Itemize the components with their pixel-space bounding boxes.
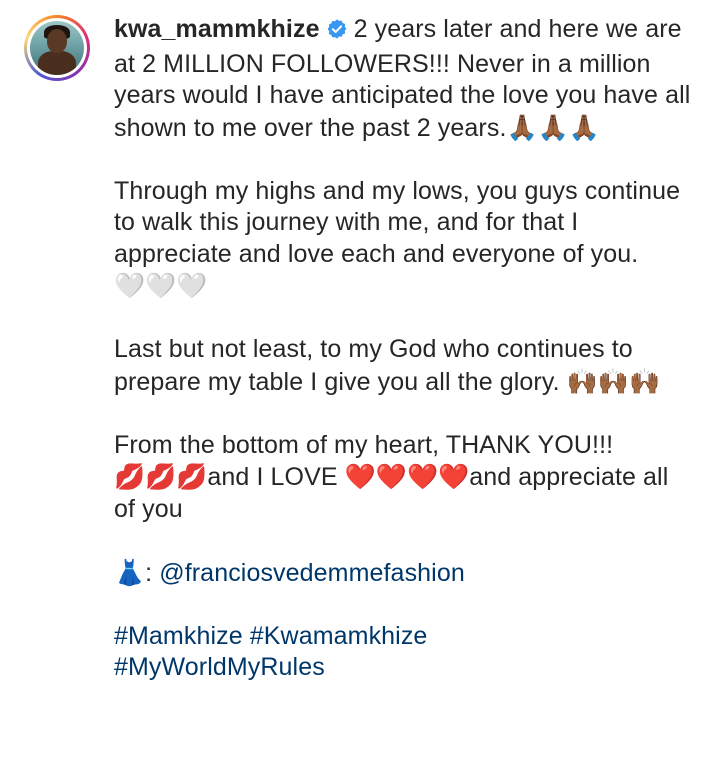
hashtag-line-2: #MyWorldMyRules — [114, 652, 694, 684]
caption-paragraph-4: From the bottom of my heart, THANK YOU!!… — [114, 430, 694, 526]
avatar-ring — [27, 18, 87, 78]
caption-paragraph-3-text: Last but not least, to my God who contin… — [114, 335, 633, 396]
profile-avatar[interactable] — [24, 15, 90, 81]
dress-credit-separator: : — [145, 558, 153, 587]
caption-dress-credit: 👗: @franciosvedemmefashion — [114, 557, 694, 590]
caption-paragraph-2-text: Through my highs and my lows, you guys c… — [114, 176, 681, 268]
hashtag-line-1: #Mamkhize #Kwamamkhize — [114, 621, 694, 653]
dress-emoji: 👗 — [114, 557, 146, 587]
avatar-figure-body — [38, 51, 76, 75]
caption-paragraph-4-text-b: and I LOVE — [207, 463, 338, 491]
avatar-photo — [30, 21, 84, 75]
caption-hashtags: #Mamkhize #Kwamamkhize #MyWorldMyRules — [114, 621, 694, 684]
kiss-mark-emoji: 💋💋💋 — [114, 462, 208, 491]
avatar-figure-head — [47, 29, 67, 53]
praying-hands-emoji: 🙏🏾🙏🏾🙏🏾 — [506, 112, 600, 142]
instagram-post-caption: kwa_mammkhize 2 years later and here we a… — [0, 0, 720, 758]
caption-paragraph-3: Last but not least, to my God who contin… — [114, 334, 694, 398]
caption-paragraph-1: kwa_mammkhize 2 years later and here we a… — [114, 14, 694, 144]
username-link[interactable]: kwa_mammkhize — [114, 15, 320, 43]
raised-hands-emoji: 🙌🏾🙌🏾🙌🏾 — [566, 366, 661, 396]
caption-paragraph-2: Through my highs and my lows, you guys c… — [114, 176, 694, 303]
white-heart-emoji: 🤍🤍🤍 — [114, 271, 208, 300]
mention-link[interactable]: @franciosvedemmefashion — [159, 559, 465, 587]
hashtag-link[interactable]: #Kwamamkhize — [250, 622, 428, 650]
verified-badge-icon — [326, 17, 348, 49]
hashtag-link[interactable]: #Mamkhize — [114, 622, 243, 650]
caption-paragraph-4-text-a: From the bottom of my heart, THANK YOU!!… — [114, 430, 614, 459]
caption-text: kwa_mammkhize 2 years later and here we a… — [114, 14, 694, 684]
red-heart-emoji: ❤️❤️❤️❤️ — [344, 462, 470, 491]
hashtag-link[interactable]: #MyWorldMyRules — [114, 653, 325, 681]
